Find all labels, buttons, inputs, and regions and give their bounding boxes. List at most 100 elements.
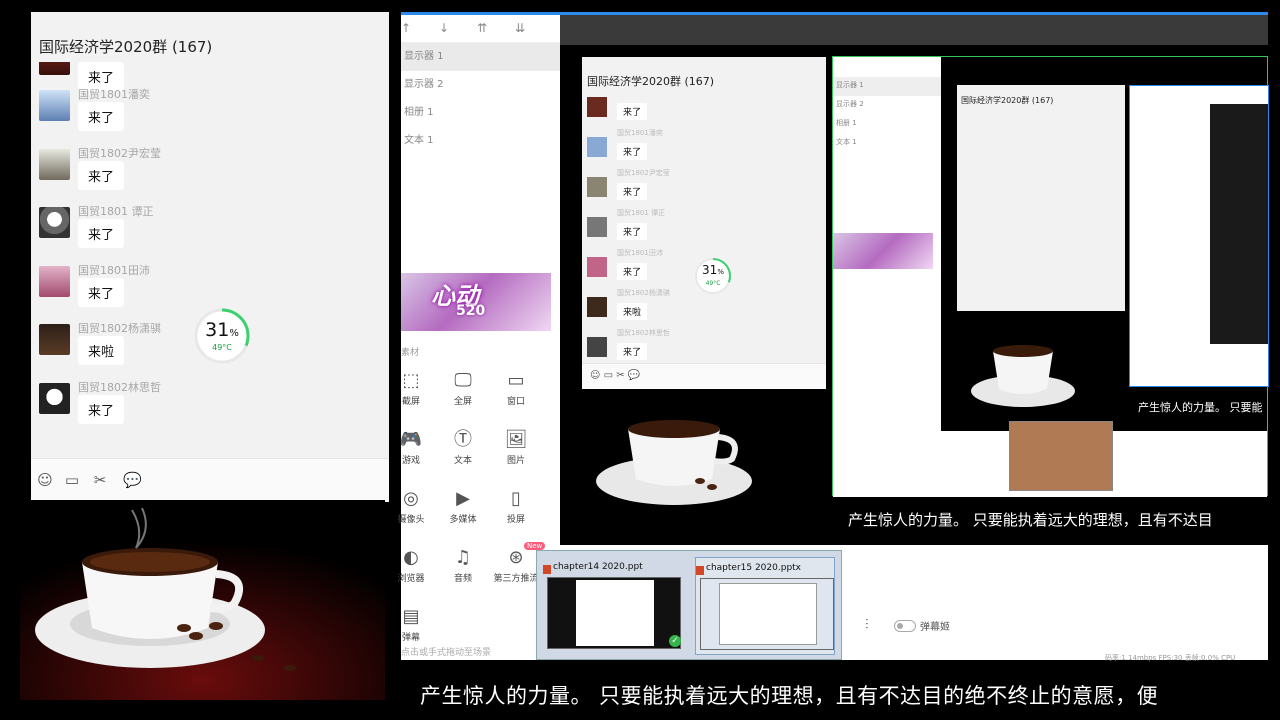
source-item[interactable]: 文本 1 <box>401 127 560 155</box>
tool-camera[interactable]: ◎ 摄像头 <box>386 488 436 525</box>
thumbnail-image <box>700 578 834 650</box>
preview-stage[interactable]: 国际经济学2020群 (167) 来了 国贸1801潘奕 来了 国贸1802尹宏莹… <box>560 15 1269 545</box>
stream-icon: ⊛ <box>508 547 524 568</box>
new-badge: New <box>524 542 546 550</box>
tool-label: 音频 <box>453 574 472 584</box>
window-icon: ▭ <box>507 370 525 391</box>
tool-cast[interactable]: ▯ 投屏 <box>491 488 541 525</box>
avatar[interactable] <box>39 148 70 180</box>
sender-name: 国贸1801田沛 <box>78 263 150 277</box>
message-bubble: 来了 <box>78 277 125 307</box>
bottom-subtitle: 产生惊人的力量。 只要能执着远大的理想，且有不达目的绝不终止的意愿，便 <box>420 684 1159 708</box>
tool-danmaku[interactable]: ▤ 弹幕 <box>386 606 436 643</box>
source-item[interactable]: 相册 1 <box>401 99 560 127</box>
nested-bubble: 来啦 <box>617 303 648 320</box>
chat-icon: ▤ <box>402 606 420 627</box>
danmaku-toggle[interactable] <box>894 620 916 632</box>
avatar[interactable] <box>39 265 70 297</box>
tool-browser[interactable]: ◐ 浏览器 <box>386 547 436 584</box>
toggle-label: 弹幕姬 <box>920 622 950 633</box>
mixer-icon[interactable]: ⫶ <box>865 617 869 633</box>
nested-coffee-image <box>582 389 826 519</box>
nested-message: 国贸1802林思哲 来了 <box>587 329 787 363</box>
nested-source-item: 显示器 1 <box>833 77 941 96</box>
thumbnail-image <box>547 577 681 649</box>
powerpoint-icon <box>696 566 704 575</box>
nested-caption: 产生惊人的力量。 只要能 <box>1138 401 1263 414</box>
nested-message: 国贸1802杨潇骐 来啦 <box>587 289 787 323</box>
nested-bubble: 来了 <box>617 343 648 360</box>
group-chat-window: 国际经济学2020群 (167) 来了 国贸1801潘奕 来了 国贸1802尹宏… <box>31 12 389 502</box>
folder-icon[interactable]: ▭ <box>63 471 81 489</box>
tool-label: 全屏 <box>453 397 472 407</box>
thumbnail-title: chapter15 2020.pptx <box>706 563 802 573</box>
avatar[interactable] <box>39 324 70 355</box>
thumbnail-item[interactable]: chapter14 2020.ppt ✓ <box>543 557 683 655</box>
thumbnail-item[interactable]: chapter15 2020.pptx <box>695 557 835 655</box>
taskbar-preview-popup: chapter14 2020.ppt ✓ chapter15 2020.pptx <box>536 550 842 660</box>
sender-name: 国贸1801 谭正 <box>78 205 154 218</box>
move-bottom-icon[interactable]: ⇊ <box>515 21 525 35</box>
nested-banner <box>833 233 933 269</box>
chat-message: 国贸1802尹宏莹 来了 <box>31 143 389 202</box>
nested-bubble: 来了 <box>617 143 648 160</box>
phone-icon: ▯ <box>511 488 521 509</box>
tool-text[interactable]: Ⓣ 文本 <box>438 429 488 466</box>
avatar[interactable] <box>39 382 70 414</box>
nested-message: 国贸1801潘奕 来了 <box>587 129 787 163</box>
chat-message: 来了 <box>31 62 389 91</box>
nested-bubble: 来了 <box>617 183 648 200</box>
tool-label: 弹幕 <box>401 633 420 643</box>
nested-bubble: 来了 <box>617 263 648 280</box>
tool-fullscreen[interactable]: 🖵 全屏 <box>438 370 488 407</box>
nested-cpu-gauge: 31% 49°C <box>694 257 732 295</box>
tool-image[interactable]: 🖼 图片 <box>491 429 541 466</box>
avatar[interactable] <box>39 90 70 121</box>
nested-source-item: 显示器 2 <box>836 100 864 108</box>
sender-name: 国贸1802林思哲 <box>78 380 161 394</box>
tool-game[interactable]: 🎮 游戏 <box>386 429 436 466</box>
message-bubble: 来了 <box>78 219 125 248</box>
powerpoint-icon <box>543 565 551 574</box>
scissors-icon[interactable]: ✂ <box>91 471 109 489</box>
message-bubble: 来了 <box>78 394 125 424</box>
tool-window[interactable]: ▭ 窗口 <box>491 370 541 407</box>
check-icon: ✓ <box>669 635 681 647</box>
camera-icon: ◎ <box>403 488 419 509</box>
section-label: 素材 <box>401 348 420 358</box>
stream-stats: 码率:1.14mbps FPS:30 丢帧:0.0% CPU <box>1105 654 1236 662</box>
sender-name: 国贸1802杨潇骐 <box>78 322 161 335</box>
panel-hint: 点击或手式拖动至场景 <box>401 648 492 658</box>
message-bubble: 来啦 <box>78 336 125 365</box>
avatar[interactable] <box>39 62 70 75</box>
image-icon: 🖼 <box>504 429 528 450</box>
desktop-screen: 国际经济学2020群 (167) 来了 国贸1801潘奕 来了 国贸1802尹宏… <box>0 0 1280 720</box>
emoji-icon[interactable]: ☺ <box>36 471 54 489</box>
nested-chat-window: 国际经济学2020群 (167) 来了 国贸1801潘奕 来了 国贸1802尹宏莹… <box>582 57 826 389</box>
tool-media[interactable]: ▶ 多媒体 <box>438 488 488 525</box>
text-icon: Ⓣ <box>454 429 472 450</box>
message-list[interactable]: 来了 国贸1801潘奕 来了 国贸1802尹宏莹 来了 国贸1801 谭正 来了… <box>31 62 389 457</box>
message-bubble: 来了 <box>78 102 125 131</box>
source-item[interactable]: 显示器 1 <box>401 43 560 71</box>
source-toolbar: ↑ ↓ ⇈ ⇊ <box>401 15 560 43</box>
message-bubble: 来了 <box>78 160 125 190</box>
promo-banner[interactable]: 心动 520 <box>401 273 551 331</box>
tool-third-party-stream[interactable]: ⊛ 第三方推流 <box>491 547 541 584</box>
avatar[interactable] <box>39 207 70 238</box>
move-top-icon[interactable]: ⇈ <box>477 21 487 35</box>
source-item[interactable]: 显示器 2 <box>401 71 560 99</box>
chat-toolbar: ☺ ▭ ✂ 💬 <box>31 458 389 502</box>
chat-title: 国际经济学2020群 (167) <box>39 38 213 56</box>
subtitle-caption: 产生惊人的力量。 只要能执着远大的理想，且有不达目 <box>848 511 1213 529</box>
nested-source-item: 文本 1 <box>836 138 857 146</box>
move-down-icon[interactable]: ↓ <box>439 21 449 35</box>
tool-audio[interactable]: ♫ 音频 <box>438 547 488 584</box>
nested-message: 国贸1802尹宏莹 来了 <box>587 169 787 203</box>
tool-capture[interactable]: ⬚ 截屏 <box>386 370 436 407</box>
chat-history-icon[interactable]: 💬 <box>123 471 142 489</box>
coffee-cup-image <box>20 500 385 700</box>
nested-source-item: 相册 1 <box>836 119 857 127</box>
move-up-icon[interactable]: ↑ <box>401 21 411 35</box>
nested-preview-2: 显示器 1 显示器 2 相册 1 文本 1 国际经济学2020群 (167) 产… <box>832 56 1269 497</box>
